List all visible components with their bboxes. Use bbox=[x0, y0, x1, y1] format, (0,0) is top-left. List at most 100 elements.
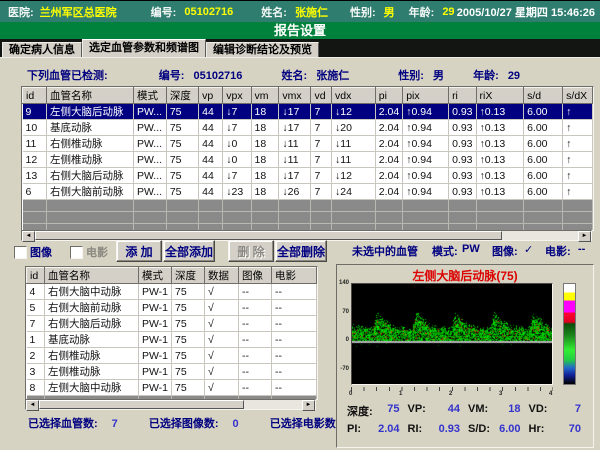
y-tick-label: 140 bbox=[338, 280, 349, 286]
table-cell: PW-1 bbox=[138, 380, 171, 396]
column-header: riX bbox=[476, 88, 524, 104]
table-cell: -- bbox=[238, 284, 271, 300]
column-header: 深度 bbox=[166, 88, 198, 104]
vessels-count-label: 已选择血管数: bbox=[28, 418, 98, 430]
table-cell: 75 bbox=[172, 316, 205, 332]
table-cell: 右侧椎动脉 bbox=[44, 348, 138, 364]
patient-info-bar: 医院: 兰州军区总医院 编号: 05102716 姓名: 张施仁 性别: 男 年… bbox=[0, 1, 600, 22]
table-cell: 9 bbox=[23, 104, 47, 120]
scroll-right-icon[interactable]: ► bbox=[302, 400, 315, 411]
vessel-row[interactable]: 12左侧椎动脉PW...7544↓018↓117↓112.04↑0.940.93… bbox=[23, 152, 593, 168]
table-cell: -- bbox=[271, 284, 316, 300]
measured-vessels-grid: id血管名称模式深度vpvpxvmvmxvdvdxpipixririXs/ds/… bbox=[22, 87, 593, 231]
hr-label: Hr: bbox=[529, 423, 545, 435]
table-cell: 6 bbox=[23, 184, 47, 200]
patient-sex-label: 性别: bbox=[350, 4, 376, 20]
vessel-row[interactable]: 13右侧大脑后动脉PW...7544↓718↓177↓122.04↑0.940.… bbox=[23, 168, 593, 184]
table-cell: 75 bbox=[166, 120, 198, 136]
table-cell: PW... bbox=[133, 120, 166, 136]
table-cell: -- bbox=[271, 316, 316, 332]
detected-sex-label: 性别: bbox=[398, 70, 424, 82]
vessel-row[interactable]: 2右侧椎动脉PW-175√---- bbox=[27, 348, 317, 364]
column-header: 模式 bbox=[138, 268, 171, 284]
table-cell: 3 bbox=[27, 364, 45, 380]
vessel-row[interactable]: 3左侧椎动脉PW-175√---- bbox=[27, 364, 317, 380]
table-cell: PW... bbox=[133, 104, 166, 120]
table-cell: -- bbox=[238, 348, 271, 364]
table-cell: -- bbox=[271, 300, 316, 316]
depth-value: 75 bbox=[387, 403, 399, 419]
table-cell: 6.00 bbox=[524, 104, 563, 120]
ri-value: 0.93 bbox=[439, 423, 460, 435]
image-checkbox[interactable]: 图像 bbox=[14, 244, 52, 260]
table-cell: ↓17 bbox=[279, 120, 311, 136]
table-cell: ↑0.94 bbox=[403, 104, 449, 120]
table-cell: 7 bbox=[311, 184, 332, 200]
checkbox-icon bbox=[70, 246, 83, 259]
vessel-row[interactable]: 11右侧椎动脉PW...7544↓018↓117↓112.04↑0.940.93… bbox=[23, 136, 593, 152]
selected-table-hscrollbar[interactable]: ◄ ► bbox=[25, 399, 316, 410]
vessel-row[interactable]: 7右侧大脑后动脉PW-175√---- bbox=[27, 316, 317, 332]
vessel-row[interactable]: 8左侧大脑中动脉PW-175√---- bbox=[27, 380, 317, 396]
image-status-value: ✓ bbox=[524, 243, 533, 256]
vessel-row[interactable]: 4右侧大脑中动脉PW-175√---- bbox=[27, 284, 317, 300]
hospital-value: 兰州军区总医院 bbox=[40, 4, 117, 20]
table-cell: 0.93 bbox=[449, 104, 476, 120]
table-cell: ↓7 bbox=[223, 168, 251, 184]
measurement-row-1: 深度:75 VP:44 VM:18 VD:7 bbox=[345, 403, 587, 419]
scroll-track[interactable] bbox=[39, 400, 302, 409]
patient-age-value: 29 bbox=[442, 6, 454, 18]
measured-vessels-table: id血管名称模式深度vpvpxvmvmxvdvdxpipixririXs/ds/… bbox=[21, 86, 594, 231]
tab-patient-info[interactable]: 确定病人信息 bbox=[2, 42, 82, 57]
table-cell: 8 bbox=[27, 380, 45, 396]
table-cell: 2.04 bbox=[375, 104, 402, 120]
vessel-row[interactable]: 10基底动脉PW...7544↓718↓177↓202.04↑0.940.93↑… bbox=[23, 120, 593, 136]
scroll-left-icon[interactable]: ◄ bbox=[26, 400, 39, 411]
vessel-row[interactable]: 1基底动脉PW-175√---- bbox=[27, 332, 317, 348]
vessel-row[interactable]: 9左侧大脑后动脉PW...7544↓718↓177↓122.04↑0.940.9… bbox=[23, 104, 593, 120]
table-cell: PW-1 bbox=[138, 316, 171, 332]
table-cell: 75 bbox=[172, 364, 205, 380]
table-cell: ↓20 bbox=[332, 120, 376, 136]
y-tick-label: 0 bbox=[338, 337, 349, 343]
spectrum-title: 左侧大脑后动脉(75) bbox=[337, 267, 593, 284]
spectrum-panel: 左侧大脑后动脉(75) 140700-70 01234 深度:75 VP:44 … bbox=[336, 264, 594, 448]
table-cell: -- bbox=[238, 332, 271, 348]
table-cell: √ bbox=[205, 380, 239, 396]
table-cell: 右侧大脑中动脉 bbox=[44, 284, 138, 300]
table-cell: 右侧大脑后动脉 bbox=[44, 316, 138, 332]
checkbox-icon[interactable] bbox=[14, 246, 27, 259]
table-cell: 2.04 bbox=[375, 136, 402, 152]
patient-id-value: 05102716 bbox=[184, 6, 233, 18]
add-all-button[interactable]: 全部添加 bbox=[163, 240, 215, 262]
pi-value: 2.04 bbox=[378, 423, 399, 435]
intensity-colorbar bbox=[563, 283, 576, 385]
table-cell: ↓12 bbox=[332, 168, 376, 184]
table-cell: ↑0.13 bbox=[476, 184, 524, 200]
table-cell: 7 bbox=[311, 104, 332, 120]
x-tick-label: 1 bbox=[399, 391, 402, 397]
vessel-row[interactable]: 6右侧大脑前动脉PW...7544↓2318↓267↓242.04↑0.940.… bbox=[23, 184, 593, 200]
table-cell: 2.04 bbox=[375, 152, 402, 168]
main-content: 下列血管已检测: 编号: 05102716 姓名: 张施仁 性别: 男 年龄: … bbox=[0, 57, 600, 450]
scroll-thumb[interactable] bbox=[39, 400, 244, 409]
tab-edit-diagnosis[interactable]: 编辑诊断结论及预览 bbox=[206, 42, 319, 57]
empty-row bbox=[23, 212, 593, 224]
table-cell: 18 bbox=[251, 152, 279, 168]
table-cell: ↑0.94 bbox=[403, 168, 449, 184]
table-cell: 18 bbox=[251, 184, 279, 200]
column-header: 深度 bbox=[172, 268, 205, 284]
table-cell: 6.00 bbox=[524, 152, 563, 168]
column-header: s/d bbox=[524, 88, 563, 104]
table-cell: 1 bbox=[27, 332, 45, 348]
table-cell: 44 bbox=[199, 152, 223, 168]
tab-vessel-params[interactable]: 选定血管参数和频谱图 bbox=[82, 39, 206, 57]
add-button[interactable]: 添 加 bbox=[116, 240, 162, 262]
table-cell: ↑0.13 bbox=[476, 136, 524, 152]
delete-all-button[interactable]: 全部删除 bbox=[275, 240, 327, 262]
patient-name-value: 张施仁 bbox=[295, 4, 328, 20]
table-cell: 75 bbox=[166, 136, 198, 152]
cines-count-label: 已选择电影数: bbox=[270, 418, 340, 430]
column-header: vd bbox=[311, 88, 332, 104]
vessel-row[interactable]: 5右侧大脑前动脉PW-175√---- bbox=[27, 300, 317, 316]
